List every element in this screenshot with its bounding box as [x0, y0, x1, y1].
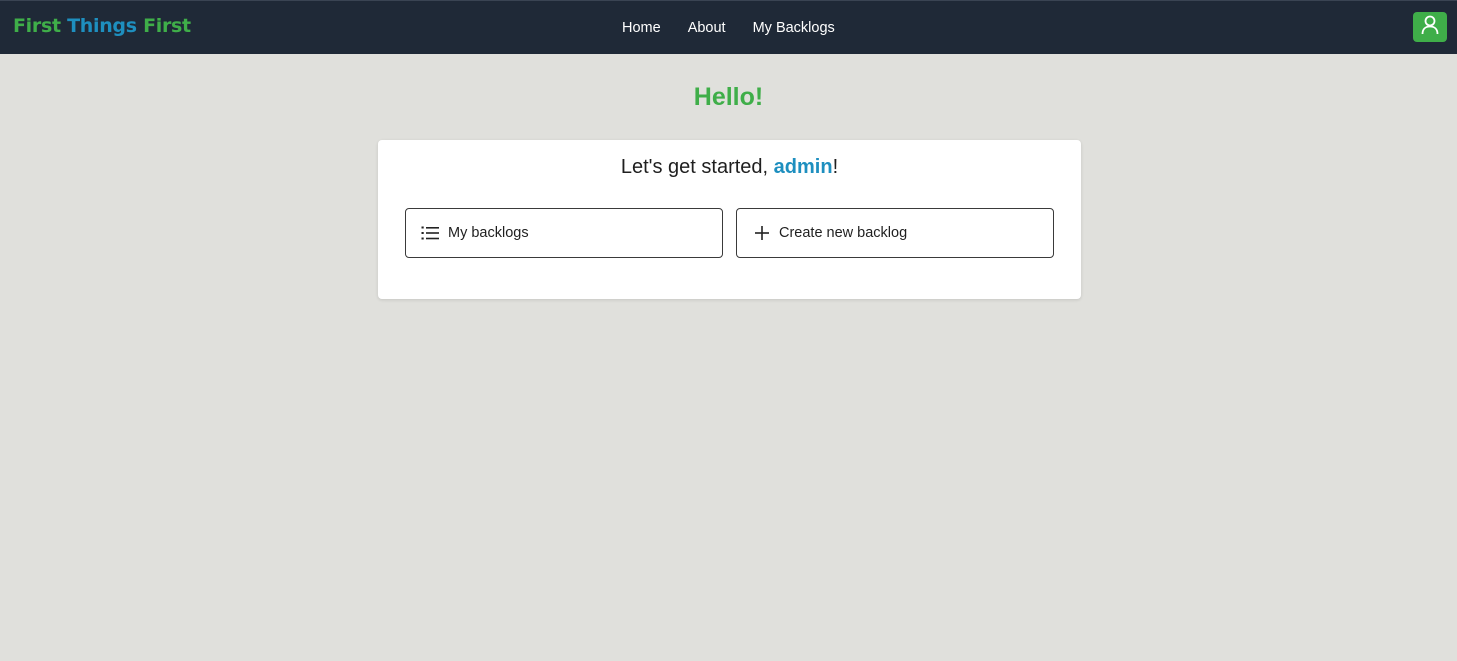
my-backlogs-label: My backlogs: [448, 225, 529, 241]
my-backlogs-button[interactable]: My backlogs: [405, 208, 723, 258]
greeting-heading: Hello!: [693, 83, 764, 111]
brand-word-first: First: [13, 15, 61, 37]
create-new-backlog-label: Create new backlog: [779, 225, 908, 241]
brand-logo[interactable]: First Things First: [13, 14, 191, 38]
nav-link-home[interactable]: Home: [622, 18, 661, 38]
nav-link-about[interactable]: About: [688, 18, 726, 38]
nav-link-my-backlogs[interactable]: My Backlogs: [753, 18, 835, 38]
plus-icon: [752, 224, 771, 243]
user-menu-button[interactable]: [1413, 12, 1447, 42]
card-title: Let's get started, admin!: [378, 154, 1081, 180]
create-new-backlog-button[interactable]: Create new backlog: [736, 208, 1054, 258]
card-title-prefix: Let's get started,: [620, 156, 774, 178]
brand-word-first-2: First: [143, 15, 191, 37]
user-icon: [1421, 15, 1439, 40]
nav-links: Home About My Backlogs: [622, 18, 835, 38]
card-title-suffix: !: [832, 156, 839, 178]
username: admin: [773, 156, 833, 178]
navbar: First Things First Home About My Backlog…: [0, 0, 1457, 54]
brand-word-things: Things: [67, 15, 137, 37]
list-icon: [421, 224, 440, 243]
get-started-card: Let's get started, admin! My backlogs Cr…: [378, 140, 1081, 299]
